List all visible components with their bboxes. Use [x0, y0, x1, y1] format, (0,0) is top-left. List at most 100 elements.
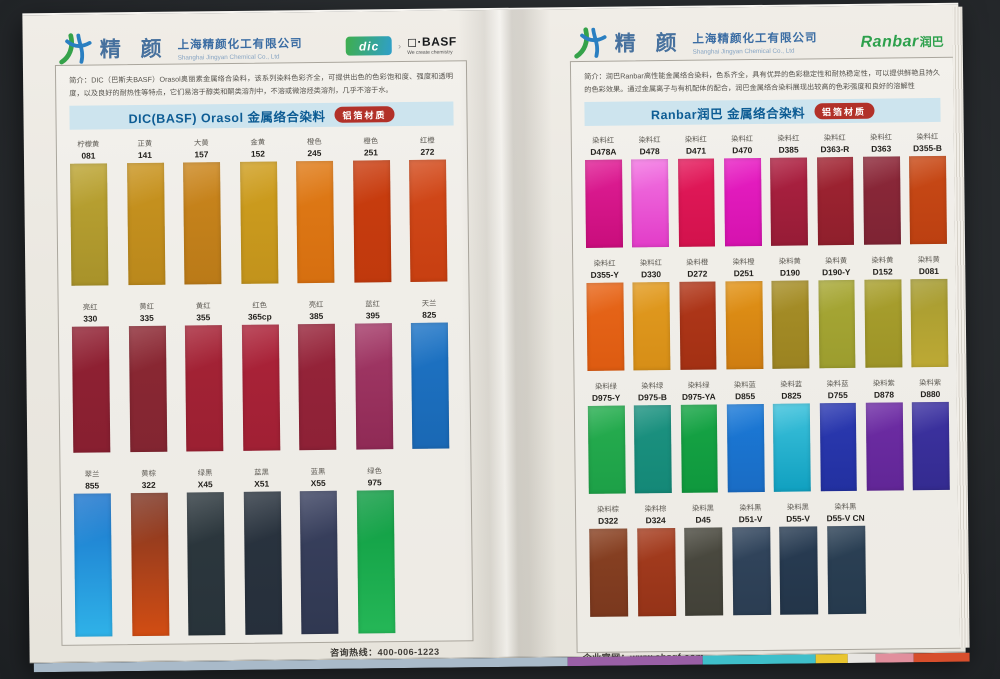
left-title-bar: DIC(BASF) Orasol 金属络合染料 铝箔材质 — [69, 102, 453, 130]
swatch-cell-D152: 染料黄D152 — [864, 256, 902, 368]
left-material-badge: 铝箔材质 — [334, 106, 394, 123]
swatch-cell-D880: 染料紫D880 — [912, 378, 950, 490]
swatch-name: 染料棕 — [597, 505, 619, 515]
swatch-code: D355-B — [913, 143, 942, 153]
swatch-name: 染料黄 — [779, 257, 801, 267]
swatch-cell-D471: 染料红D471 — [677, 135, 715, 247]
swatch-cell-385: 亮红385 — [298, 300, 337, 450]
swatch-name: 染料黑 — [834, 502, 856, 512]
color-swatch — [827, 526, 866, 614]
swatch-name: 金黄 — [250, 138, 265, 148]
swatch-name: 红橙 — [420, 136, 435, 146]
color-swatch — [680, 405, 718, 493]
color-swatch — [863, 157, 901, 245]
swatch-code: D152 — [873, 267, 893, 277]
color-swatch — [240, 162, 278, 284]
company-name-en: Shanghai Jingyan Chemical Co., Ltd — [693, 47, 818, 55]
swatch-code: D755 — [828, 390, 848, 400]
color-swatch — [589, 529, 628, 617]
swatch-code: 322 — [142, 480, 156, 490]
color-swatch — [773, 404, 811, 492]
cover-edge-segment — [567, 656, 703, 667]
swatch-code: 825 — [422, 310, 436, 320]
swatch-cell-D55-V: 染料黑D55-V — [779, 503, 818, 615]
swatch-cell-D081: 染料黄D081 — [910, 255, 948, 367]
color-swatch — [72, 327, 110, 453]
swatch-cell-335: 黄红335 — [128, 302, 167, 452]
swatch-code: 157 — [194, 149, 208, 159]
swatch-row: 染料棕D322染料棕D324染料黑D45染料黑D51-V染料黑D55-V染料黑D… — [589, 501, 951, 617]
swatch-code: D355-Y — [590, 270, 619, 280]
swatch-name: 染料橙 — [733, 257, 755, 267]
swatch-name: 黄棕 — [141, 469, 156, 479]
color-swatch — [127, 163, 165, 285]
swatch-cell-272: 红橙272 — [409, 136, 448, 282]
swatch-code: 395 — [366, 310, 380, 320]
swatch-name: 染料黑 — [739, 503, 761, 513]
swatch-name: 翠兰 — [85, 470, 100, 480]
ranbar-logo: Ranbar — [860, 33, 918, 52]
basf-tagline: We create chemistry — [407, 49, 453, 56]
swatch-name: 亮红 — [83, 303, 98, 313]
color-swatch — [818, 280, 856, 368]
cover-edge-segment — [876, 653, 914, 662]
swatch-row: 翠兰855黄棕322绿黑X45蓝黑X51蓝黑X55绿色975 — [74, 466, 465, 637]
color-swatch — [866, 403, 904, 491]
company-name-cn: 上海精颜化工有限公司 — [177, 35, 302, 52]
swatch-name: 染料红 — [685, 135, 707, 145]
swatch-name: 橙色 — [363, 136, 378, 146]
left-content-box: 简介：DIC（巴斯夫BASF）Orasol奥丽素金属络合染料，该系列染料色彩齐全… — [55, 60, 474, 646]
right-intro-text: 简介：润巴Ranbar高性能金属络合染料，色系齐全，具有优异的色彩稳定性和耐热稳… — [584, 67, 940, 96]
color-card-book: 精 颜 上海精颜化工有限公司 Shanghai Jingyan Chemical… — [16, 0, 971, 671]
swatch-row: 柠檬黄081正黄141大黄157金黄152橙色245橙色251红橙272 — [70, 136, 461, 286]
color-swatch — [684, 528, 723, 616]
swatch-code: D470 — [732, 145, 752, 155]
swatch-cell-D251: 染料橙D251 — [725, 257, 763, 369]
swatch-code: D855 — [735, 391, 755, 401]
swatch-cell-D355-Y: 染料红D355-Y — [586, 259, 624, 371]
swatch-cell-355: 黄红355 — [185, 301, 224, 451]
swatch-name: 染料红 — [731, 134, 753, 144]
left-swatch-grid: 柠檬黄081正黄141大黄157金黄152橙色245橙色251红橙272亮红33… — [70, 136, 465, 637]
swatch-code: D478 — [640, 146, 660, 156]
swatch-name: 染料紫 — [919, 378, 941, 388]
swatch-code: D975-B — [638, 392, 667, 402]
swatch-name: 染料红 — [916, 132, 938, 142]
color-swatch — [770, 158, 808, 246]
swatch-cell-D272: 染料橙D272 — [679, 258, 717, 370]
company-name-cn: 上海精颜化工有限公司 — [692, 29, 817, 46]
swatch-name: 染料棕 — [644, 504, 666, 514]
swatch-cell-D363: 染料红D363 — [863, 133, 901, 245]
swatch-cell-855: 翠兰855 — [74, 470, 113, 637]
color-swatch — [912, 402, 950, 490]
color-swatch — [817, 157, 855, 245]
swatch-name: 染料红 — [777, 134, 799, 144]
swatch-name: 染料黄 — [871, 256, 893, 266]
color-swatch — [70, 164, 108, 286]
brand-name: 精 颜 — [100, 33, 169, 64]
color-swatch — [356, 490, 395, 633]
swatch-code: 272 — [420, 147, 434, 157]
company-name-en: Shanghai Jingyan Chemical Co., Ltd — [178, 53, 303, 61]
swatch-code: 081 — [81, 151, 95, 161]
swatch-name: 染料红 — [639, 135, 661, 145]
color-swatch — [819, 403, 857, 491]
swatch-name: 天兰 — [422, 299, 437, 309]
right-page: 精 颜 上海精颜化工有限公司 Shanghai Jingyan Chemical… — [543, 11, 968, 666]
swatch-cell-D755: 染料蓝D755 — [819, 379, 857, 491]
swatch-cell-D330: 染料红D330 — [632, 258, 670, 370]
color-swatch — [732, 527, 771, 615]
swatch-cell-152: 金黄152 — [239, 138, 278, 284]
swatch-cell-D55-V CN: 染料黑D55-V CN — [826, 502, 865, 614]
swatch-row: 染料绿D975-Y染料绿D975-B染料绿D975-YA染料蓝D855染料蓝D8… — [588, 378, 950, 494]
brand-name: 精 颜 — [615, 27, 684, 58]
swatch-code: D975-YA — [682, 392, 716, 402]
swatch-code: D363 — [871, 144, 891, 154]
jingyan-logo-icon — [55, 33, 93, 65]
swatch-code: D878 — [874, 390, 894, 400]
swatch-code: D251 — [734, 268, 754, 278]
color-swatch — [631, 159, 669, 247]
dic-logo: dic — [346, 36, 392, 56]
swatch-cell-D975-Y: 染料绿D975-Y — [588, 382, 626, 494]
color-swatch — [679, 282, 717, 370]
